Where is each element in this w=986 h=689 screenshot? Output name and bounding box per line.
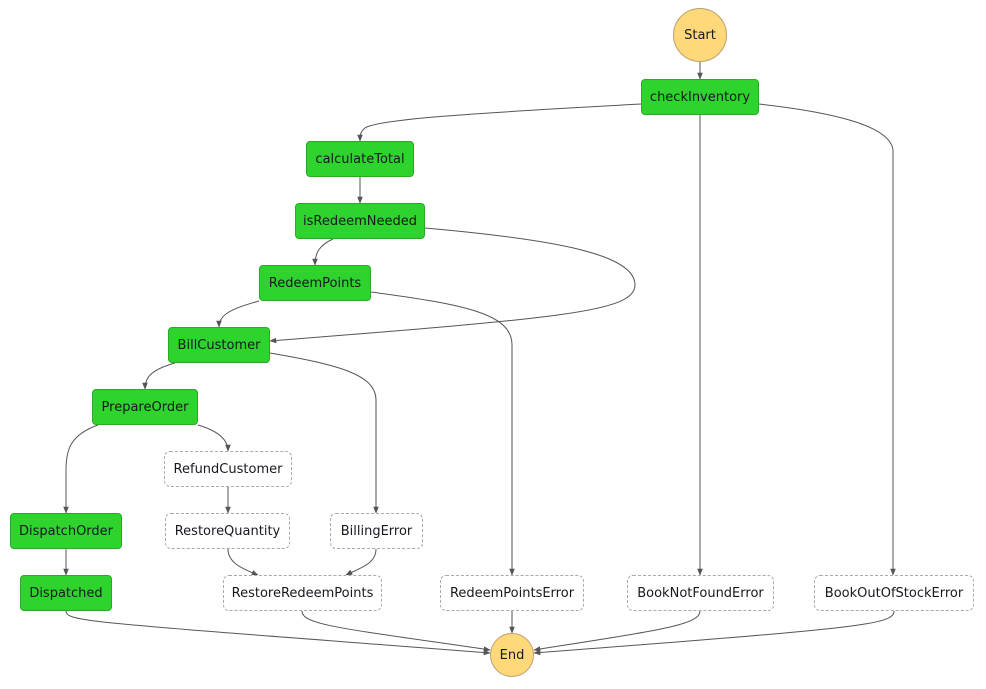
node-redeempointserror[interactable]: RedeemPointsError (440, 575, 584, 611)
node-checkinventory[interactable]: checkInventory (641, 79, 759, 115)
edge-prepareorder-to-dispatchorder (63, 424, 99, 514)
node-bookoutofstockerror[interactable]: BookOutOfStockError (814, 575, 974, 611)
edge-checkinventory-to-calculatetotal (357, 103, 642, 142)
node-prepareorder[interactable]: PrepareOrder (92, 389, 198, 425)
edge-billcustomer-to-billingerror (269, 352, 379, 514)
node-end[interactable]: End (490, 633, 534, 677)
node-restoreredeempoints[interactable]: RestoreRedeemPoints (223, 575, 382, 611)
node-dispatchorder[interactable]: DispatchOrder (10, 513, 122, 549)
node-start[interactable]: Start (673, 8, 727, 62)
state-machine-graph: Start checkInventory calculateTotal isRe… (0, 0, 986, 689)
edge-redeempoints-to-billcustomer (216, 300, 260, 328)
edge-billcustomer-to-prepareorder (142, 362, 176, 390)
node-redeempoints[interactable]: RedeemPoints (259, 265, 371, 301)
node-billingerror[interactable]: BillingError (330, 513, 423, 549)
edge-booknotfounderror-to-end (533, 610, 701, 652)
node-booknotfounderror[interactable]: BookNotFoundError (627, 575, 774, 611)
node-restorequantity[interactable]: RestoreQuantity (165, 513, 290, 549)
edge-bookoutofstockerror-to-end (533, 610, 895, 656)
edge-restoreredeempoints-to-end (301, 610, 491, 652)
node-refundcustomer[interactable]: RefundCustomer (164, 451, 292, 487)
edge-billingerror-to-restoreredeempoints (345, 548, 377, 576)
edge-dispatched-to-end (65, 610, 491, 656)
edge-prepareorder-to-refundcustomer (197, 424, 231, 452)
node-calculatetotal[interactable]: calculateTotal (306, 141, 414, 177)
node-billcustomer[interactable]: BillCustomer (168, 327, 270, 363)
edge-isredeemneeded-to-redeempoints (312, 238, 334, 266)
edge-restorequantity-to-restoreredeempoints (227, 548, 259, 576)
node-dispatched[interactable]: Dispatched (20, 575, 112, 611)
node-isredeemneeded[interactable]: isRedeemNeeded (295, 203, 425, 239)
edge-checkinventory-to-bookoutofstockerror (758, 103, 896, 576)
